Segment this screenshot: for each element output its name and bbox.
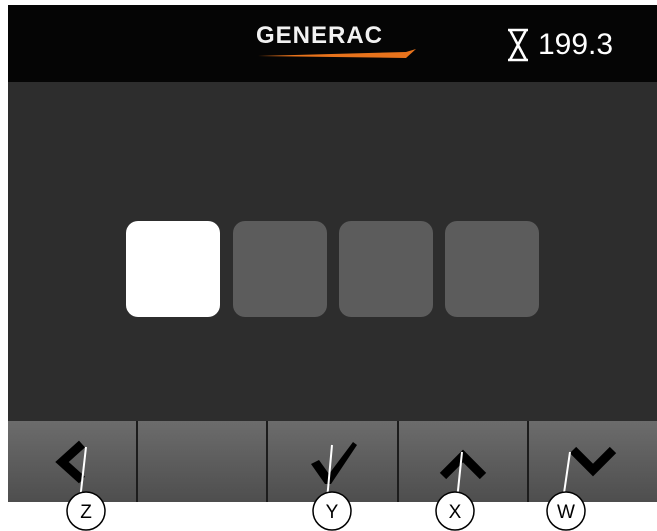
pin-digit-3	[339, 221, 433, 317]
blank-softkey[interactable]	[138, 421, 267, 502]
chevron-left-icon	[55, 440, 86, 483]
chevron-down-icon	[569, 446, 617, 476]
down-button[interactable]	[528, 421, 657, 502]
brand-swoosh	[258, 49, 416, 58]
pin-digit-4	[445, 221, 539, 317]
softkey-bar	[8, 421, 657, 502]
generac-logo: GENERAC	[256, 22, 426, 62]
back-button[interactable]	[8, 421, 137, 502]
status-bar: GENERAC 199.3	[8, 5, 657, 82]
checkmark-icon	[310, 441, 357, 484]
up-button[interactable]	[398, 421, 527, 502]
chevron-up-icon	[439, 449, 486, 479]
timer-value: 199.3	[538, 28, 614, 61]
hourglass-icon	[508, 28, 528, 62]
callout-label-x: X	[449, 502, 462, 523]
controller-display: GENERAC 199.3	[8, 5, 657, 502]
callout-label-w: W	[557, 502, 575, 523]
pin-digit-1	[126, 221, 220, 317]
callout-label-y: Y	[326, 502, 339, 523]
timer: 199.3	[506, 25, 613, 65]
pin-digit-2	[233, 221, 327, 317]
callout-label-z: Z	[80, 502, 92, 523]
confirm-button[interactable]	[268, 421, 397, 502]
